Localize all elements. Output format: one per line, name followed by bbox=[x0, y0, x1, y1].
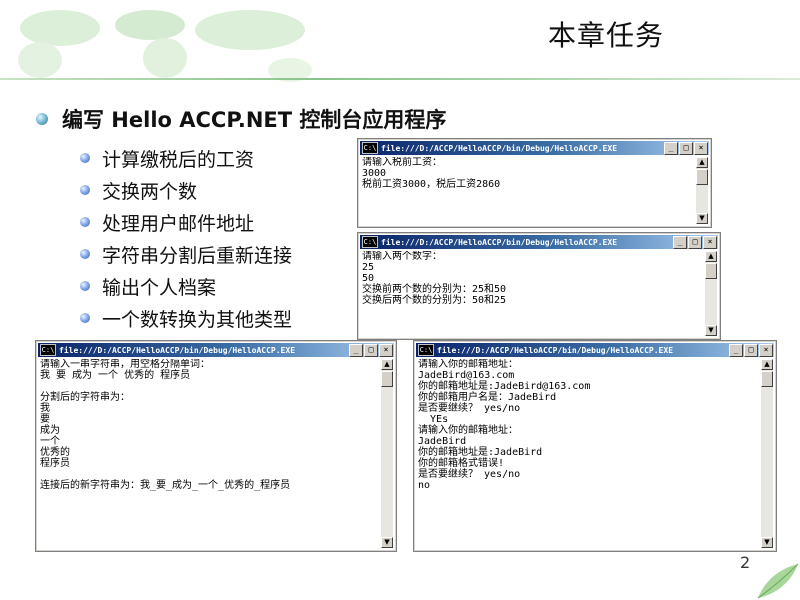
leaf-decoration-icon bbox=[757, 563, 799, 599]
scroll-down-icon[interactable]: ▼ bbox=[705, 325, 717, 336]
console-window-swap[interactable]: C:\ file:///D:/ACCP/HelloACCP/bin/Debug/… bbox=[357, 232, 721, 340]
scroll-up-icon[interactable]: ▲ bbox=[381, 359, 393, 370]
scroll-up-icon[interactable]: ▲ bbox=[705, 251, 717, 262]
scroll-down-icon[interactable]: ▼ bbox=[696, 213, 708, 224]
bullet-icon bbox=[80, 153, 90, 163]
console-title: file:///D:/ACCP/HelloACCP/bin/Debug/Hell… bbox=[381, 237, 618, 247]
close-button[interactable]: × bbox=[694, 142, 708, 155]
scroll-down-icon[interactable]: ▼ bbox=[381, 537, 393, 548]
console-app-icon: C:\ bbox=[40, 344, 56, 356]
scroll-down-icon[interactable]: ▼ bbox=[761, 537, 773, 548]
console-text: 请输入一串字符串，用空格分隔单词： 我 要 成为 一个 优秀的 程序员 分割后的… bbox=[40, 359, 291, 491]
maximize-button[interactable]: □ bbox=[679, 142, 693, 155]
console-title: file:///D:/ACCP/HelloACCP/bin/Debug/Hell… bbox=[437, 345, 674, 355]
scroll-thumb[interactable] bbox=[696, 169, 708, 185]
console-app-icon: C:\ bbox=[362, 142, 378, 154]
console-title: file:///D:/ACCP/HelloACCP/bin/Debug/Hell… bbox=[59, 345, 296, 355]
console-window-email[interactable]: C:\ file:///D:/ACCP/HelloACCP/bin/Debug/… bbox=[413, 340, 777, 552]
list-item: 处理用户邮件地址 bbox=[80, 206, 292, 238]
vertical-scrollbar[interactable]: ▲ ▼ bbox=[761, 359, 773, 548]
console-window-salary[interactable]: C:\ file:///D:/ACCP/HelloACCP/bin/Debug/… bbox=[357, 138, 712, 228]
header-divider bbox=[0, 78, 800, 80]
minimize-button[interactable]: _ bbox=[729, 344, 743, 357]
bullet-icon bbox=[36, 113, 48, 125]
scroll-up-icon[interactable]: ▲ bbox=[761, 359, 773, 370]
maximize-button[interactable]: □ bbox=[364, 344, 378, 357]
list-item: 字符串分割后重新连接 bbox=[80, 238, 292, 270]
console-title: file:///D:/ACCP/HelloACCP/bin/Debug/Hell… bbox=[381, 143, 618, 153]
bullet-icon bbox=[80, 185, 90, 195]
slide-title: 本章任务 bbox=[548, 19, 665, 52]
console-titlebar[interactable]: C:\ file:///D:/ACCP/HelloACCP/bin/Debug/… bbox=[38, 343, 394, 357]
list-item-text: 输出个人档案 bbox=[102, 276, 217, 299]
vertical-scrollbar[interactable]: ▲ ▼ bbox=[696, 157, 708, 224]
list-item-text: 计算缴税后的工资 bbox=[102, 148, 255, 171]
console-titlebar[interactable]: C:\ file:///D:/ACCP/HelloACCP/bin/Debug/… bbox=[360, 141, 709, 155]
close-button[interactable]: × bbox=[759, 344, 773, 357]
console-text: 请输入两个数字： 25 50 交换前两个数的分别为：25和50 交换后两个数的分… bbox=[362, 251, 507, 306]
bullet-icon bbox=[80, 249, 90, 259]
close-button[interactable]: × bbox=[379, 344, 393, 357]
console-output: 请输入你的邮箱地址： JadeBird@163.com 你的邮箱地址是:Jade… bbox=[418, 359, 759, 548]
console-text: 请输入你的邮箱地址： JadeBird@163.com 你的邮箱地址是:Jade… bbox=[418, 359, 591, 491]
close-button[interactable]: × bbox=[703, 236, 717, 249]
bullet-icon bbox=[80, 281, 90, 291]
list-item-text: 字符串分割后重新连接 bbox=[102, 244, 293, 267]
console-titlebar[interactable]: C:\ file:///D:/ACCP/HelloACCP/bin/Debug/… bbox=[416, 343, 774, 357]
page-number: 2 bbox=[740, 553, 751, 572]
minimize-button[interactable]: _ bbox=[349, 344, 363, 357]
maximize-button[interactable]: □ bbox=[688, 236, 702, 249]
scroll-thumb[interactable] bbox=[705, 263, 717, 279]
bullet-icon bbox=[80, 313, 90, 323]
maximize-button[interactable]: □ bbox=[744, 344, 758, 357]
console-titlebar[interactable]: C:\ file:///D:/ACCP/HelloACCP/bin/Debug/… bbox=[360, 235, 718, 249]
list-item-text: 交换两个数 bbox=[102, 180, 198, 203]
list-item-text: 一个数转换为其他类型 bbox=[102, 308, 293, 331]
scroll-thumb[interactable] bbox=[381, 371, 393, 387]
scroll-up-icon[interactable]: ▲ bbox=[696, 157, 708, 168]
console-window-split[interactable]: C:\ file:///D:/ACCP/HelloACCP/bin/Debug/… bbox=[35, 340, 397, 552]
vertical-scrollbar[interactable]: ▲ ▼ bbox=[381, 359, 393, 548]
console-app-icon: C:\ bbox=[362, 236, 378, 248]
main-bullet-text: 编写 Hello ACCP.NET 控制台应用程序 bbox=[62, 108, 447, 132]
console-app-icon: C:\ bbox=[418, 344, 434, 356]
console-output: 请输入税前工资： 3000 税前工资3000，税后工资2860 bbox=[362, 157, 694, 224]
console-output: 请输入两个数字： 25 50 交换前两个数的分别为：25和50 交换后两个数的分… bbox=[362, 251, 703, 336]
minimize-button[interactable]: _ bbox=[664, 142, 678, 155]
console-text: 请输入税前工资： 3000 税前工资3000，税后工资2860 bbox=[362, 157, 501, 190]
console-output: 请输入一串字符串，用空格分隔单词： 我 要 成为 一个 优秀的 程序员 分割后的… bbox=[40, 359, 379, 548]
list-item: 输出个人档案 bbox=[80, 270, 292, 302]
list-item: 交换两个数 bbox=[80, 174, 292, 206]
sub-bullet-list: 计算缴税后的工资 交换两个数 处理用户邮件地址 字符串分割后重新连接 输出个人档… bbox=[80, 142, 292, 334]
list-item-text: 处理用户邮件地址 bbox=[102, 212, 255, 235]
minimize-button[interactable]: _ bbox=[673, 236, 687, 249]
list-item: 一个数转换为其他类型 bbox=[80, 302, 292, 334]
list-item: 计算缴税后的工资 bbox=[80, 142, 292, 174]
vertical-scrollbar[interactable]: ▲ ▼ bbox=[705, 251, 717, 336]
bullet-icon bbox=[80, 217, 90, 227]
main-bullet: 编写 Hello ACCP.NET 控制台应用程序 bbox=[36, 104, 446, 134]
world-map-background bbox=[18, 10, 312, 82]
scroll-thumb[interactable] bbox=[761, 371, 773, 387]
